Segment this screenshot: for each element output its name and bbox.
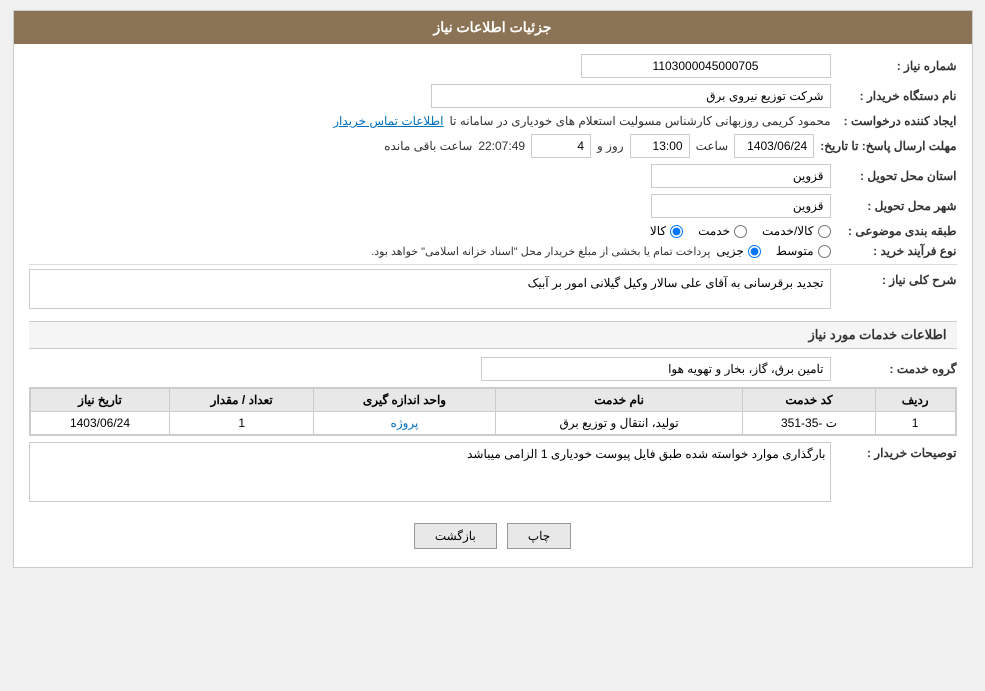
service-group-label: گروه خدمت : xyxy=(837,362,957,376)
cell-row: 1 xyxy=(875,412,955,435)
purchase-type-row: نوع فرآیند خرید : متوسط جزیی پرداخت تمام… xyxy=(29,244,957,258)
back-button[interactable]: بازگشت xyxy=(414,523,497,549)
purchase-type-label-motavasset: متوسط xyxy=(776,244,814,258)
need-number-row: شماره نیاز : xyxy=(29,54,957,78)
deadline-date-input[interactable] xyxy=(734,134,814,158)
col-date: تاریخ نیاز xyxy=(30,389,170,412)
purchase-type-label: نوع فرآیند خرید : xyxy=(837,244,957,258)
requester-label: ایجاد کننده درخواست : xyxy=(837,114,957,128)
buyer-station-input[interactable] xyxy=(431,84,831,108)
services-table-container: ردیف کد خدمت نام خدمت واحد اندازه گیری ت… xyxy=(29,387,957,436)
category-option-kala-khedmat[interactable]: کالا/خدمت xyxy=(762,224,830,238)
main-container: جزئیات اطلاعات نیاز شماره نیاز : نام دست… xyxy=(13,10,973,568)
purchase-type-note: پرداخت تمام یا بخشی از مبلغ خریدار محل "… xyxy=(371,245,710,258)
buyer-station-row: نام دستگاه خریدار : xyxy=(29,84,957,108)
need-number-label: شماره نیاز : xyxy=(837,59,957,73)
category-option-kala[interactable]: کالا xyxy=(650,224,683,238)
page-content: شماره نیاز : نام دستگاه خریدار : ایجاد ک… xyxy=(14,44,972,567)
description-box: تجدید برقرسانی به آقای علی سالار وکیل گی… xyxy=(29,269,831,309)
deadline-label: مهلت ارسال پاسخ: تا تاریخ: xyxy=(820,139,956,153)
print-button[interactable]: چاپ xyxy=(507,523,571,549)
deadline-days-input[interactable] xyxy=(531,134,591,158)
buyer-notes-row: توصیحات خریدار : بارگذاری موارد خواسته ش… xyxy=(29,442,957,505)
description-label: شرح کلی نیاز : xyxy=(837,269,957,287)
category-row: طبقه بندی موضوعی : کالا/خدمت خدمت کالا xyxy=(29,224,957,238)
city-label: شهر محل تحویل : xyxy=(837,199,957,213)
province-row: استان محل تحویل : xyxy=(29,164,957,188)
purchase-type-radio-jozii[interactable] xyxy=(748,245,761,258)
category-radio-kala-khedmat[interactable] xyxy=(818,225,831,238)
table-row: 1 ت -35-351 تولید، انتقال و توزیع برق پر… xyxy=(30,412,955,435)
purchase-type-radio-group: متوسط جزیی xyxy=(716,244,830,258)
buyer-notes-label: توصیحات خریدار : xyxy=(837,442,957,460)
category-label-kala: کالا xyxy=(650,224,666,238)
deadline-row: مهلت ارسال پاسخ: تا تاریخ: ساعت روز و 22… xyxy=(29,134,957,158)
need-number-input[interactable] xyxy=(581,54,831,78)
cell-code: ت -35-351 xyxy=(743,412,876,435)
city-row: شهر محل تحویل : xyxy=(29,194,957,218)
deadline-remaining-label: ساعت باقی مانده xyxy=(384,139,472,153)
description-value: تجدید برقرسانی به آقای علی سالار وکیل گی… xyxy=(528,276,824,290)
col-qty: تعداد / مقدار xyxy=(170,389,314,412)
header-title: جزئیات اطلاعات نیاز xyxy=(433,19,551,35)
col-name: نام خدمت xyxy=(495,389,742,412)
col-row: ردیف xyxy=(875,389,955,412)
city-input[interactable] xyxy=(651,194,831,218)
requester-link[interactable]: اطلاعات تماس خریدار xyxy=(333,114,443,128)
description-row: شرح کلی نیاز : تجدید برقرسانی به آقای عل… xyxy=(29,269,957,313)
category-radio-kala[interactable] xyxy=(670,225,683,238)
requester-value: محمود کریمی روزبهانی کارشناس مسولیت استع… xyxy=(449,114,830,128)
page-header: جزئیات اطلاعات نیاز xyxy=(14,11,972,44)
services-table: ردیف کد خدمت نام خدمت واحد اندازه گیری ت… xyxy=(30,388,956,435)
buyer-notes-textarea[interactable]: بارگذاری موارد خواسته شده طبق فایل پیوست… xyxy=(29,442,831,502)
cell-unit: پروژه xyxy=(313,412,495,435)
deadline-remaining-value: 22:07:49 xyxy=(478,139,525,153)
category-radio-khedmat[interactable] xyxy=(734,225,747,238)
deadline-time-input[interactable] xyxy=(630,134,690,158)
province-input[interactable] xyxy=(651,164,831,188)
services-section-header: اطلاعات خدمات مورد نیاز xyxy=(29,321,957,349)
cell-qty: 1 xyxy=(170,412,314,435)
deadline-time-label: ساعت xyxy=(696,139,729,153)
category-label: طبقه بندی موضوعی : xyxy=(837,224,957,238)
col-unit: واحد اندازه گیری xyxy=(313,389,495,412)
category-label-khedmat: خدمت xyxy=(698,224,730,238)
buyer-station-label: نام دستگاه خریدار : xyxy=(837,89,957,103)
purchase-type-label-jozii: جزیی xyxy=(716,244,743,258)
requester-row: ایجاد کننده درخواست : محمود کریمی روزبها… xyxy=(29,114,957,128)
purchase-type-option-jozii[interactable]: جزیی xyxy=(716,244,760,258)
cell-name: تولید، انتقال و توزیع برق xyxy=(495,412,742,435)
buttons-row: چاپ بازگشت xyxy=(29,515,957,557)
category-radio-group: کالا/خدمت خدمت کالا xyxy=(650,224,831,238)
purchase-type-option-motavasset[interactable]: متوسط xyxy=(776,244,831,258)
service-group-input[interactable] xyxy=(481,357,831,381)
service-group-row: گروه خدمت : xyxy=(29,357,957,381)
deadline-days-label: روز و xyxy=(597,139,624,153)
category-option-khedmat[interactable]: خدمت xyxy=(698,224,747,238)
province-label: استان محل تحویل : xyxy=(837,169,957,183)
purchase-type-radio-motavasset[interactable] xyxy=(818,245,831,258)
col-code: کد خدمت xyxy=(743,389,876,412)
category-label-kala-khedmat: کالا/خدمت xyxy=(762,224,813,238)
cell-date: 1403/06/24 xyxy=(30,412,170,435)
